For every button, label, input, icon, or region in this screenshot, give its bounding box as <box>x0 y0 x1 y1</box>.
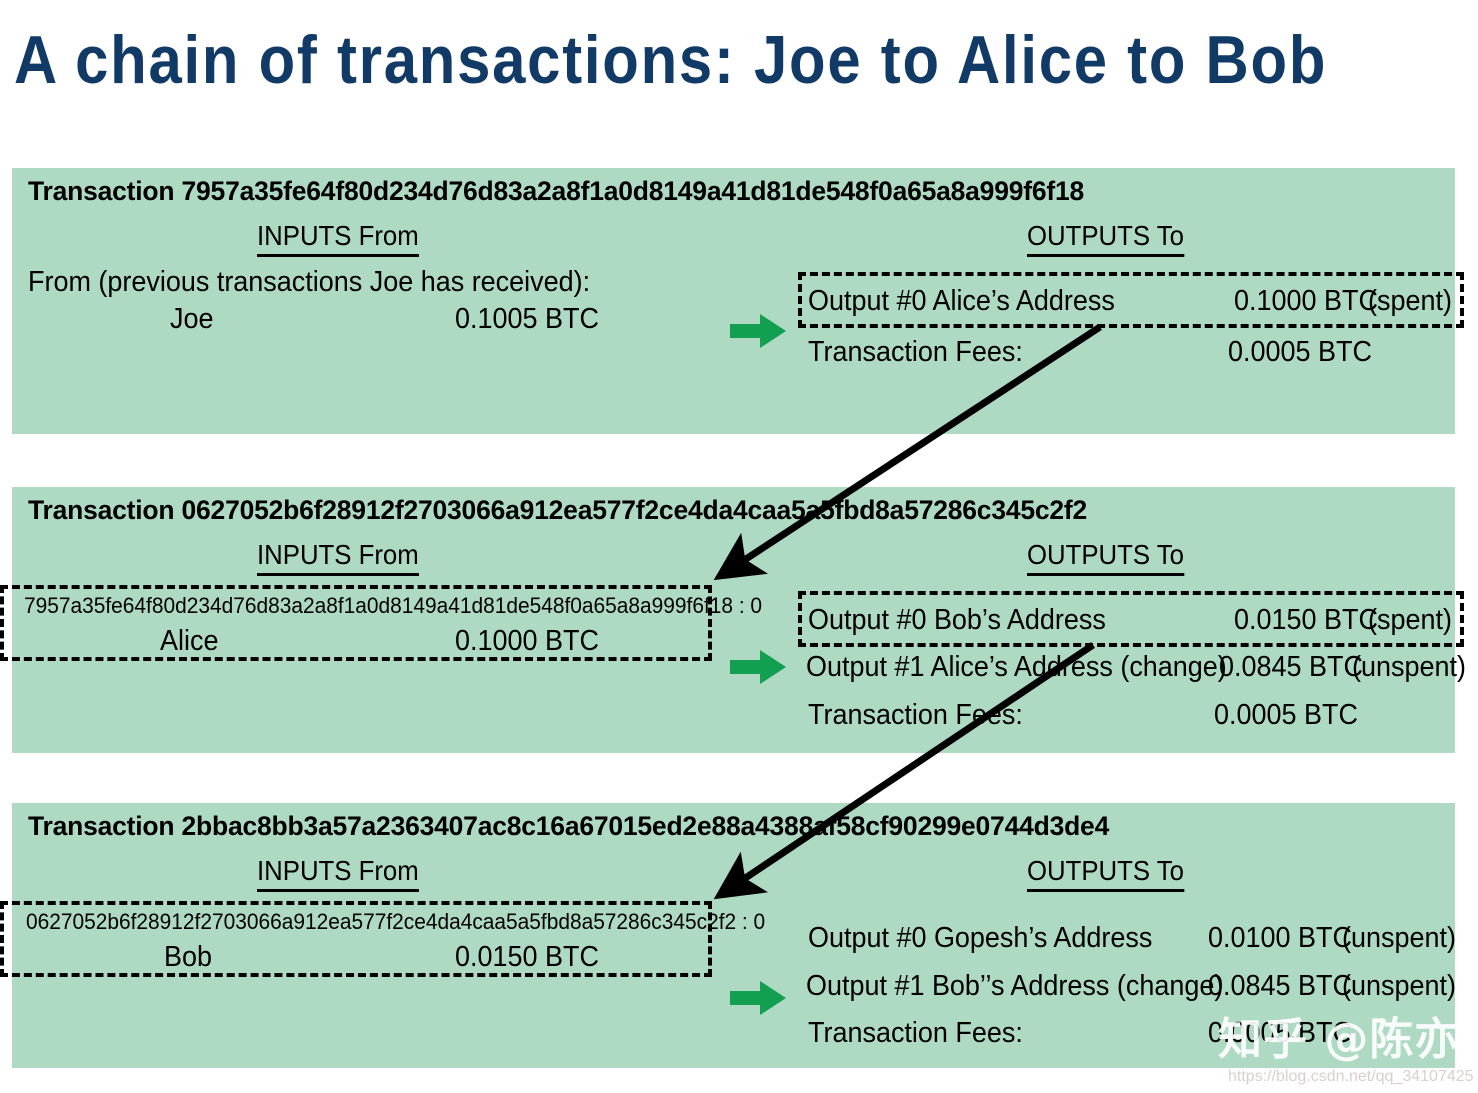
output-status: (unspent) <box>1342 922 1456 954</box>
transaction-fees-amount: 0.0005 BTC <box>1214 699 1358 731</box>
outputs-column-label: OUTPUTS To <box>1027 220 1184 257</box>
transaction-heading: Transaction 7957a35fe64f80d234d76d83a2a8… <box>28 176 1085 206</box>
output-label: Output #0 Bob’s Address <box>808 604 1106 636</box>
transaction-fees-label: Transaction Fees: <box>808 336 1023 368</box>
flow-arrow-icon <box>730 650 786 684</box>
input-reference: 0627052b6f28912f2703066a912ea577f2ce4da4… <box>26 909 766 934</box>
watermark-zhihu: 知乎 @陈亦新 <box>1218 1014 1478 1065</box>
output-label: Output #0 Gopesh’s Address <box>808 922 1153 954</box>
input-amount: 0.1000 BTC <box>455 625 599 657</box>
flow-arrow-icon <box>730 314 786 348</box>
page-title: A chain of transactions: Joe to Alice to… <box>14 22 1328 98</box>
transaction-heading: Transaction 0627052b6f28912f2703066a912e… <box>28 495 1088 525</box>
output-status: (unspent) <box>1342 970 1456 1002</box>
inputs-column-label: INPUTS From <box>257 539 419 576</box>
input-amount: 0.0150 BTC <box>455 941 599 973</box>
output-status: (spent) <box>1368 604 1452 636</box>
input-reference: 7957a35fe64f80d234d76d83a2a8f1a0d8149a41… <box>24 593 763 618</box>
input-amount: 0.1005 BTC <box>455 303 599 335</box>
watermark-url: https://blog.csdn.net/qq_34107425 <box>1228 1068 1474 1085</box>
inputs-column-label: INPUTS From <box>257 855 419 892</box>
input-owner-name: Alice <box>160 625 219 657</box>
output-amount: 0.1000 BTC <box>1234 285 1378 317</box>
inputs-column-label: INPUTS From <box>257 220 419 257</box>
flow-arrow-icon <box>730 981 786 1015</box>
inputs-note: From (previous transactions Joe has rece… <box>28 266 591 298</box>
transaction-heading: Transaction 2bbac8bb3a57a2363407ac8c16a6… <box>28 811 1110 841</box>
transaction-panel-2: Transaction 0627052b6f28912f2703066a912e… <box>0 487 1466 753</box>
output-label: Output #1 Bob’’s Address (change) <box>806 970 1224 1002</box>
output-amount: 0.0845 BTC <box>1219 651 1363 683</box>
output-amount: 0.0100 BTC <box>1208 922 1352 954</box>
output-amount: 0.0150 BTC <box>1234 604 1378 636</box>
output-label: Output #0 Alice’s Address <box>808 285 1115 317</box>
transaction-fees-label: Transaction Fees: <box>808 699 1023 731</box>
input-owner-name: Joe <box>170 303 214 335</box>
outputs-column-label: OUTPUTS To <box>1027 855 1184 892</box>
output-status: (spent) <box>1368 285 1452 317</box>
transaction-fees-amount: 0.0005 BTC <box>1228 336 1372 368</box>
output-status: (unspent) <box>1352 651 1466 683</box>
transaction-panel-1: Transaction 7957a35fe64f80d234d76d83a2a8… <box>12 168 1464 434</box>
output-amount: 0.0845 BTC <box>1208 970 1352 1002</box>
outputs-column-label: OUTPUTS To <box>1027 539 1184 576</box>
input-owner-name: Bob <box>164 941 212 973</box>
transaction-fees-label: Transaction Fees: <box>808 1017 1023 1049</box>
output-label: Output #1 Alice’s Address (change) <box>806 651 1227 683</box>
